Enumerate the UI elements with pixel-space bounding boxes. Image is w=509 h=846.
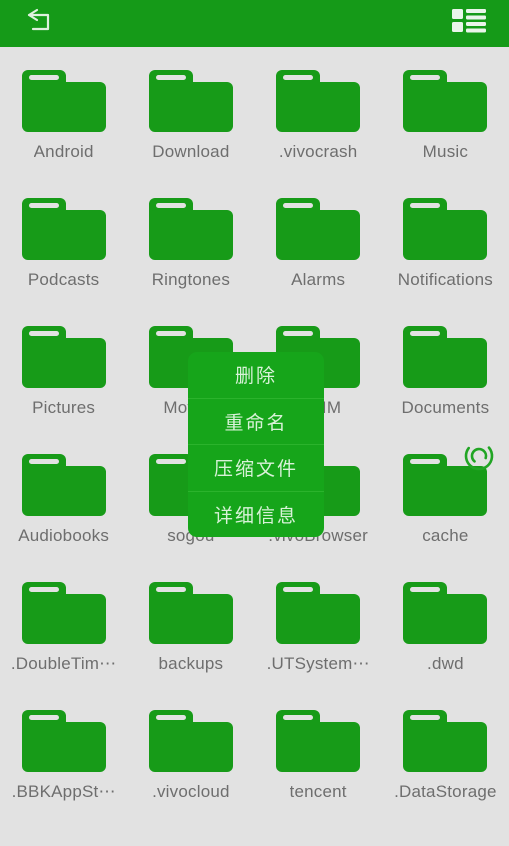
folder-icon xyxy=(21,582,106,644)
file-grid-item-label: Podcasts xyxy=(27,270,100,289)
file-grid-item-label: cache xyxy=(422,526,469,545)
folder-icon xyxy=(403,326,488,388)
file-grid-item-label: Pictures xyxy=(32,398,96,417)
folder-icon xyxy=(403,710,488,772)
file-grid-item-label: .DataStorage xyxy=(394,782,497,801)
folder-icon xyxy=(21,70,106,132)
file-grid-item[interactable]: Ringtones xyxy=(127,198,254,326)
file-grid-item-label: Download xyxy=(152,142,230,161)
file-grid-item[interactable]: .vivocloud xyxy=(127,710,254,838)
file-grid-item[interactable]: tencent xyxy=(255,710,382,838)
refresh-spinner-icon[interactable] xyxy=(461,438,497,474)
folder-icon xyxy=(276,70,361,132)
file-grid-item[interactable]: Podcasts xyxy=(0,198,127,326)
file-grid-item[interactable]: .vivocrash xyxy=(255,70,382,198)
context-menu-item[interactable]: 详细信息 xyxy=(188,492,324,538)
file-grid-item[interactable]: .DataStorage xyxy=(382,710,509,838)
list-view-icon xyxy=(452,8,486,39)
file-grid-item-label: backups xyxy=(158,654,224,673)
back-arrow-icon xyxy=(24,8,56,39)
folder-icon xyxy=(148,582,233,644)
folder-icon xyxy=(276,198,361,260)
file-grid-item-label: Documents xyxy=(401,398,490,417)
folder-icon xyxy=(276,710,361,772)
view-toggle-button[interactable] xyxy=(447,4,491,44)
file-grid-item[interactable]: Documents xyxy=(382,326,509,454)
folder-icon xyxy=(21,710,106,772)
folder-icon xyxy=(21,198,106,260)
file-grid-item[interactable]: .dwd xyxy=(382,582,509,710)
file-grid-item[interactable]: backups xyxy=(127,582,254,710)
file-grid-item-label: tencent xyxy=(289,782,347,801)
file-grid-item-label: .vivocloud xyxy=(152,782,230,801)
folder-icon xyxy=(148,198,233,260)
file-grid-item[interactable]: Alarms xyxy=(255,198,382,326)
context-menu[interactable]: 删除 重命名 压缩文件 详细信息 xyxy=(188,352,324,537)
folder-icon xyxy=(276,582,361,644)
file-grid-item-label: Ringtones xyxy=(151,270,231,289)
file-grid-item[interactable]: .BBKAppSt⋯ xyxy=(0,710,127,838)
file-grid-item-label: Music xyxy=(422,142,469,161)
file-grid-item-label: .DoubleTim⋯ xyxy=(10,654,117,673)
context-menu-item[interactable]: 重命名 xyxy=(188,399,324,445)
back-button[interactable] xyxy=(18,4,62,44)
context-menu-item[interactable]: 压缩文件 xyxy=(188,445,324,492)
file-grid-item-label: Audiobooks xyxy=(18,526,110,545)
folder-icon xyxy=(403,198,488,260)
context-menu-item[interactable]: 删除 xyxy=(188,352,324,399)
file-grid-item-label: .UTSystem⋯ xyxy=(266,654,370,673)
app-header xyxy=(0,0,509,47)
file-grid-item[interactable]: Music xyxy=(382,70,509,198)
file-grid-item[interactable]: Audiobooks xyxy=(0,454,127,582)
folder-icon xyxy=(148,70,233,132)
file-grid-item-label: Alarms xyxy=(291,270,346,289)
file-grid-item[interactable]: .DoubleTim⋯ xyxy=(0,582,127,710)
file-grid-item-label: .vivocrash xyxy=(278,142,358,161)
file-grid-item-label: Notifications xyxy=(397,270,493,289)
folder-icon xyxy=(403,70,488,132)
file-grid-item[interactable]: Android xyxy=(0,70,127,198)
folder-icon xyxy=(148,710,233,772)
file-grid-item-label: .BBKAppSt⋯ xyxy=(11,782,116,801)
file-grid-item-label: .dwd xyxy=(427,654,464,673)
folder-icon xyxy=(21,326,106,388)
file-grid-item[interactable]: Pictures xyxy=(0,326,127,454)
file-grid-item[interactable]: Download xyxy=(127,70,254,198)
file-grid-item[interactable]: .UTSystem⋯ xyxy=(255,582,382,710)
folder-icon xyxy=(21,454,106,516)
file-grid-item[interactable]: Notifications xyxy=(382,198,509,326)
file-grid-item-label: Android xyxy=(33,142,94,161)
folder-icon xyxy=(403,582,488,644)
